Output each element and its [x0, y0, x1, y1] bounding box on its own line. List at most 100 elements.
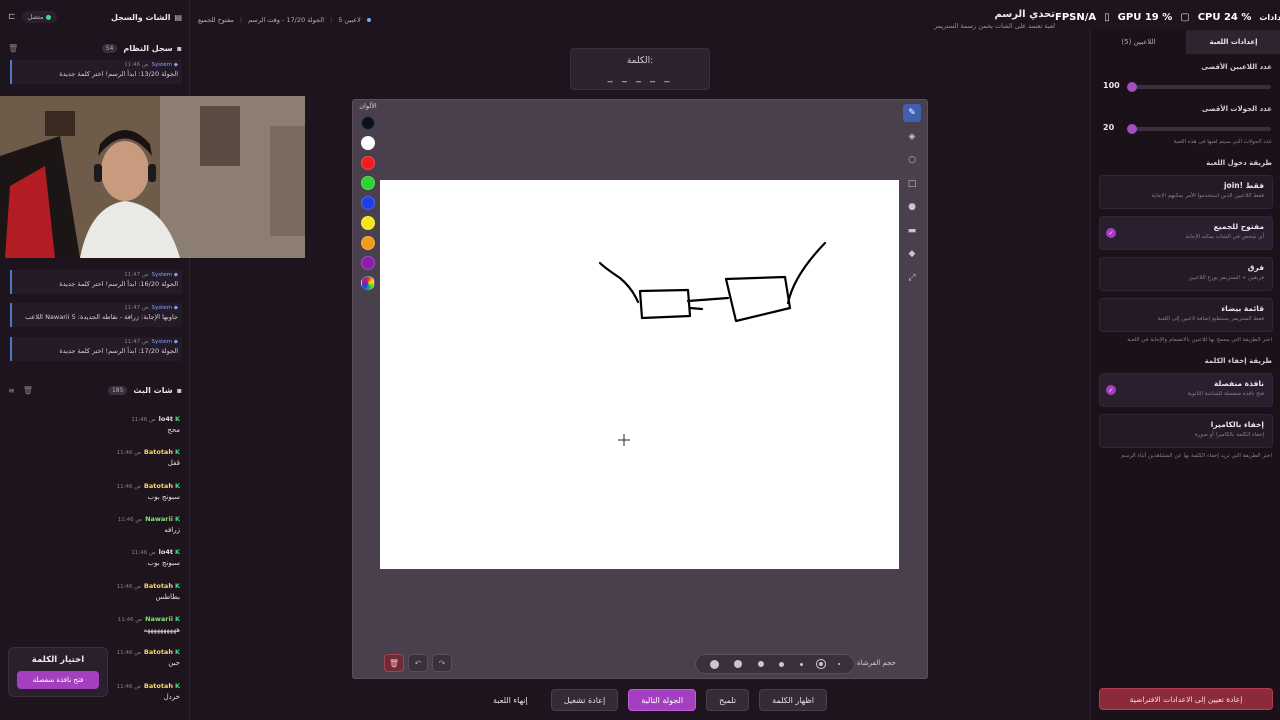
- crumb-round: الجولة 17/20 - وقت الرسم: [248, 16, 324, 24]
- brush-size-selected[interactable]: [818, 662, 823, 666]
- palette-label: الألوان: [359, 102, 377, 110]
- brush-size-m[interactable]: [757, 661, 764, 667]
- log-item: 11:46 ص System ◆ الجولة 13/20: ابدأ الرسم…: [10, 60, 182, 84]
- fill-icon[interactable]: ▬: [903, 222, 921, 240]
- check-icon: ✓: [1106, 385, 1116, 395]
- fps-readout: FPSN/A: [1055, 11, 1097, 23]
- reset-defaults-button[interactable]: إعادة تعيين إلى الاعدادات الافتراضية: [1099, 688, 1273, 710]
- stroke-left-arm: [598, 261, 640, 304]
- stroke-right-box: [724, 275, 792, 323]
- collapse-icon[interactable]: ⊏: [8, 12, 16, 22]
- color-swatch-green[interactable]: [361, 176, 375, 190]
- slider-knob[interactable]: [1127, 124, 1137, 134]
- stream-chat-count: 185: [107, 385, 128, 395]
- circle-icon[interactable]: ○: [903, 151, 921, 169]
- settings-tabs: اللاعبين (5) إعدادات اللعبة: [1091, 30, 1280, 54]
- color-swatch-red[interactable]: [361, 156, 375, 170]
- game-subtitle: لعبة تعتمد على الشات يخمن رسمة الستريمر: [934, 22, 1055, 30]
- entry-option-join[interactable]: join! فقط فقط اللاعبين الذين استخدموا ال…: [1099, 175, 1273, 209]
- rect-icon[interactable]: □: [903, 175, 921, 193]
- color-palette: الألوان: [355, 102, 381, 302]
- custom-color-picker[interactable]: [361, 276, 375, 290]
- game-header: تحدي الرسم لعبة تعتمد على الشات يخمن رسم…: [190, 0, 1090, 40]
- game-actions: إنهاء اللعبة إعادة تشغيل الجولة التالية …: [480, 688, 827, 712]
- show-word-button[interactable]: اظهار الكلمة: [759, 689, 827, 711]
- word-label: الكلمة:: [626, 56, 654, 66]
- expand-icon[interactable]: ⤢: [903, 269, 921, 287]
- cpu-readout: CPU 24 %: [1197, 11, 1252, 23]
- stroke-bridge: [686, 296, 730, 311]
- undo-icon[interactable]: ↶: [408, 654, 428, 672]
- chat-message: 11:46 ص Batotah K بطاطس: [116, 582, 180, 601]
- next-round-button[interactable]: الجولة التالية: [628, 689, 697, 711]
- chat-message: 11:46 ص Batotah K جبن: [116, 648, 180, 667]
- game-title: تحدي الرسم: [994, 9, 1055, 20]
- open-popup-button[interactable]: فتح نافذة منفصلة: [17, 671, 99, 689]
- color-swatch-blue[interactable]: [361, 196, 375, 210]
- color-swatch-white[interactable]: [361, 136, 375, 150]
- word-pick-card: اختيار الكلمة فتح نافذة منفصلة: [8, 647, 108, 697]
- trash-icon[interactable]: 🗑: [23, 386, 33, 395]
- bucket-icon[interactable]: ◆: [903, 245, 921, 263]
- log-item: 11:47 ص System ◆ اللاعب Nawarii جاوبها ال…: [10, 303, 182, 327]
- stream-chat-title: شات البث: [133, 385, 173, 395]
- crumb-mode: مفتوح للجميع: [198, 16, 234, 24]
- crosshair-cursor-icon: [618, 434, 630, 446]
- hide-option-camera[interactable]: إخفاء بالكاميرا إخفاء الكلمة بالكاميرا أ…: [1099, 414, 1273, 448]
- chat-message: 11:46 ص lo4t K محح: [131, 415, 180, 434]
- max-rounds-slider[interactable]: [1127, 124, 1271, 134]
- entry-option-whitelist[interactable]: قائمة بيضاء فقط الستريمر يستطيع إضافة لا…: [1099, 298, 1273, 332]
- trash-icon[interactable]: 🗑: [8, 44, 18, 53]
- dot-icon[interactable]: ●: [903, 198, 921, 216]
- hide-method-hint: اختر الطريقة التي تريد إخفاء الكلمة بها …: [1121, 453, 1272, 459]
- hide-option-popup[interactable]: ✓ نافذة منفصلة فتح نافذة منفصلة للشاشة ا…: [1099, 373, 1273, 407]
- max-players-slider[interactable]: [1127, 82, 1271, 92]
- settings-tab-label[interactable]: إعدادات: [1259, 13, 1280, 22]
- slider-knob[interactable]: [1127, 82, 1137, 92]
- brush-size-xs[interactable]: [800, 662, 804, 666]
- filter-icon[interactable]: ≡: [8, 386, 15, 395]
- max-rounds-hint: عدد الجولات التي سيتم لعبها في هذه اللعب…: [1173, 139, 1272, 145]
- word-blanks: _ _ _ _ _: [607, 72, 673, 83]
- drawing-canvas[interactable]: [380, 180, 899, 569]
- brush-size-xl[interactable]: [709, 659, 719, 669]
- eraser-icon[interactable]: ◈: [903, 128, 921, 146]
- chat-message: 11:46 ص lo4t K سبونج بوب: [131, 548, 180, 567]
- status-dot-icon: [366, 18, 371, 22]
- chat-message: 11:46 ص Batotah K سبونج بوب: [116, 482, 180, 501]
- gpu-icon: ▯: [1104, 11, 1110, 23]
- brush-size-label: حجم الفرشاة: [857, 659, 896, 667]
- chat-log-title: الشات والسجل: [110, 12, 171, 22]
- entry-method-label: طريقة دخول اللعبة: [1206, 159, 1272, 167]
- game-status-breadcrumb: مفتوح للجميع | الجولة 17/20 - وقت الرسم …: [198, 16, 371, 24]
- color-swatch-yellow[interactable]: [361, 216, 375, 230]
- entry-option-teams[interactable]: فرق فريقين + الستريمر يوزع اللاعبين: [1099, 257, 1273, 291]
- stream-chat-header: ≡ 🗑 185 شات البث ▪: [0, 382, 190, 398]
- log-item: 11:47 ص System ◆ الجولة 16/20: ابدأ الرسم…: [10, 270, 182, 294]
- end-game-button[interactable]: إنهاء اللعبة: [480, 689, 541, 711]
- chat-message: 11:46 ص Nawarii K زرافه: [117, 515, 180, 534]
- restart-button[interactable]: إعادة تشغيل: [550, 689, 619, 711]
- brush-size-xxs[interactable]: [838, 663, 841, 665]
- chat-log-header: ⊏ متصل ● الشات والسجل ▤: [0, 9, 190, 25]
- system-log-header: 🗑 54 سجل النظام ▪: [0, 40, 190, 56]
- check-icon: ✓: [1106, 228, 1116, 238]
- brush-size-l[interactable]: [734, 660, 743, 668]
- brush-size-s[interactable]: [779, 661, 785, 667]
- max-rounds-label: عدد الجولات الأقصى: [1201, 105, 1272, 113]
- color-swatch-purple[interactable]: [361, 256, 375, 270]
- tab-players[interactable]: اللاعبين (5): [1091, 30, 1186, 54]
- hint-button[interactable]: تلميح: [706, 689, 750, 711]
- system-log-title: سجل النظام: [123, 43, 173, 53]
- redo-icon[interactable]: ↷: [432, 654, 452, 672]
- clear-canvas-icon[interactable]: 🗑: [384, 654, 404, 672]
- chat-log-icon: ▤: [174, 12, 182, 22]
- color-swatch-black[interactable]: [361, 116, 375, 130]
- chat-message: 11:46 ص Batotah K قفل: [116, 448, 180, 467]
- color-swatch-orange[interactable]: [361, 236, 375, 250]
- max-players-value: 100: [1103, 81, 1120, 90]
- pencil-icon[interactable]: ✎: [903, 104, 921, 122]
- entry-option-open[interactable]: ✓ مفتوح للجميع أي شخص في الشات يمكنه الإ…: [1099, 216, 1273, 250]
- tab-game-settings[interactable]: إعدادات اللعبة: [1186, 30, 1280, 54]
- chat-message: 11:46 ص Batotah K خردل: [116, 682, 180, 701]
